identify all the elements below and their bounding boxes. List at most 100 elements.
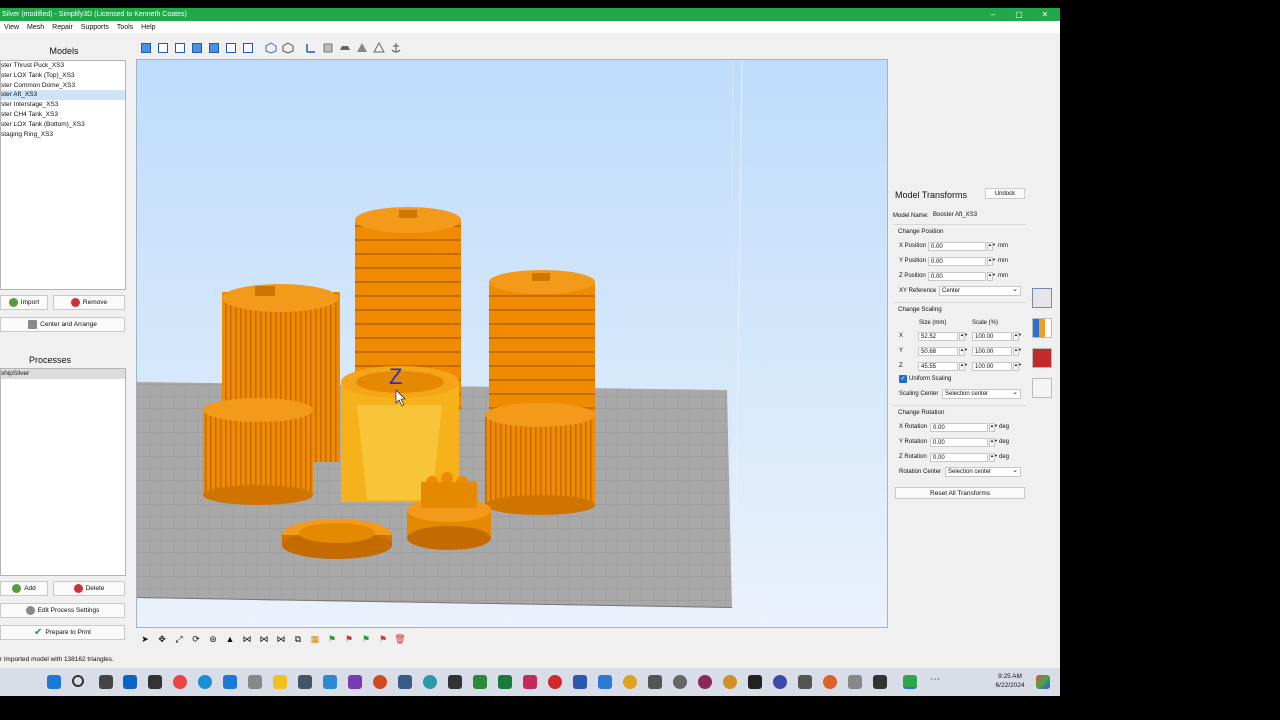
app-icon[interactable] bbox=[448, 675, 462, 689]
settings-icon[interactable] bbox=[298, 675, 312, 689]
bed-icon[interactable] bbox=[337, 41, 352, 55]
model-item[interactable]: ster Thrust Puck_XS3 bbox=[1, 61, 125, 71]
firefox-icon[interactable] bbox=[823, 675, 837, 689]
z-rotation-input[interactable]: 0.00 bbox=[930, 453, 988, 462]
size-x-input[interactable]: 52.52 bbox=[918, 332, 958, 341]
y-position-spinner[interactable]: ▲▼ bbox=[987, 257, 996, 266]
app-icon[interactable] bbox=[673, 675, 687, 689]
layers-tab-icon[interactable] bbox=[1032, 318, 1052, 338]
model-item[interactable]: ster LOX Tank (Bottom)_XS3 bbox=[1, 120, 125, 130]
app-icon[interactable] bbox=[873, 675, 887, 689]
anchor-icon[interactable] bbox=[388, 41, 403, 55]
menu-mesh[interactable]: Mesh bbox=[23, 24, 48, 31]
build-volume-icon[interactable] bbox=[320, 41, 335, 55]
z-position-spinner[interactable]: ▲▼ bbox=[987, 272, 996, 281]
terminal-icon[interactable] bbox=[748, 675, 762, 689]
outlook-icon[interactable] bbox=[123, 675, 137, 689]
3d-viewport[interactable]: Z bbox=[136, 59, 888, 628]
prepare-to-print-button[interactable]: ✔ Prepare to Print bbox=[0, 625, 125, 640]
model-item-selected[interactable]: ster Aft_XS3 bbox=[1, 90, 125, 101]
view-front-icon[interactable] bbox=[155, 41, 170, 55]
y-rotation-spinner[interactable]: ▲▼ bbox=[989, 438, 998, 447]
x-rotation-input[interactable]: 0.00 bbox=[930, 423, 988, 432]
excel-icon[interactable] bbox=[498, 675, 512, 689]
mirror-y-icon[interactable]: ⋈ bbox=[257, 633, 271, 645]
scale-tool-icon[interactable]: ⤢ bbox=[172, 633, 186, 645]
model-booster-aft-selected[interactable]: Z bbox=[341, 364, 459, 502]
z-rotation-spinner[interactable]: ▲▼ bbox=[989, 453, 998, 462]
model-item[interactable]: staging Ring_XS3 bbox=[1, 130, 125, 140]
maximize-button[interactable]: ▢ bbox=[1006, 8, 1032, 21]
cross-section-icon[interactable] bbox=[354, 41, 369, 55]
notepad-icon[interactable] bbox=[223, 675, 237, 689]
scale-x-input[interactable]: 100.00 bbox=[972, 332, 1012, 341]
size-z-input[interactable]: 45.55 bbox=[918, 362, 958, 371]
center-arrange-button[interactable]: Center and Arrange bbox=[0, 317, 125, 332]
rotation-center-select[interactable]: Selection center bbox=[945, 466, 1021, 477]
move-tool-icon[interactable]: ✥ bbox=[155, 633, 169, 645]
model-item[interactable]: ster CH4 Tank_XS3 bbox=[1, 110, 125, 120]
menu-help[interactable]: Help bbox=[137, 24, 159, 31]
app-icon[interactable] bbox=[473, 675, 487, 689]
flag-add-icon[interactable]: ⚑ bbox=[359, 633, 373, 645]
simplify3d-taskbar-icon[interactable] bbox=[903, 675, 917, 689]
view-top-icon[interactable] bbox=[223, 41, 238, 55]
model-thrust-puck-housing[interactable] bbox=[203, 398, 313, 505]
app-icon[interactable] bbox=[798, 675, 812, 689]
view-back-icon[interactable] bbox=[172, 41, 187, 55]
uniform-scaling-checkbox[interactable]: ✓ bbox=[899, 375, 907, 383]
solid-cube-icon[interactable] bbox=[280, 41, 295, 55]
close-button[interactable]: ✕ bbox=[1032, 8, 1058, 21]
y-rotation-input[interactable]: 0.00 bbox=[930, 438, 988, 447]
model-transforms-tab-icon[interactable] bbox=[1032, 288, 1052, 308]
scale-z-spinner[interactable]: ▲▼ bbox=[1013, 362, 1022, 371]
x-rotation-spinner[interactable]: ▲▼ bbox=[989, 423, 998, 432]
model-staging-ring[interactable] bbox=[282, 519, 392, 559]
scale-x-spinner[interactable]: ▲▼ bbox=[1013, 332, 1022, 341]
section-outline-icon[interactable] bbox=[371, 41, 386, 55]
z-position-input[interactable]: 0.00 bbox=[928, 272, 986, 281]
object-tab-icon[interactable] bbox=[1032, 348, 1052, 368]
chrome-icon[interactable] bbox=[173, 675, 187, 689]
processes-list[interactable]: shipSilver bbox=[0, 368, 126, 576]
import-button[interactable]: Import bbox=[0, 295, 48, 310]
model-name-field[interactable]: Booster Aft_XS3 bbox=[931, 211, 1026, 220]
flag-remove-icon[interactable]: ⚑ bbox=[376, 633, 390, 645]
app-icon[interactable] bbox=[523, 675, 537, 689]
x-position-input[interactable]: 0.00 bbox=[928, 242, 986, 251]
size-y-input[interactable]: 50.68 bbox=[918, 347, 958, 356]
scale-y-input[interactable]: 100.00 bbox=[972, 347, 1012, 356]
xy-reference-select[interactable]: Center bbox=[939, 285, 1021, 296]
reset-all-transforms-button[interactable]: Reset All Transforms bbox=[895, 487, 1025, 499]
orbit-tool-icon[interactable]: ⊛ bbox=[206, 633, 220, 645]
view-iso-icon[interactable] bbox=[138, 41, 153, 55]
app-icon[interactable] bbox=[848, 675, 862, 689]
app-icon[interactable] bbox=[723, 675, 737, 689]
group-icon[interactable]: ⧉ bbox=[291, 633, 305, 645]
app-icon[interactable] bbox=[148, 675, 162, 689]
menu-supports[interactable]: Supports bbox=[77, 24, 113, 31]
clock-date[interactable]: 6/22/2024 bbox=[988, 682, 1032, 689]
model-lox-tank-bottom[interactable] bbox=[485, 403, 595, 515]
menu-tools[interactable]: Tools bbox=[113, 24, 137, 31]
search-icon[interactable] bbox=[72, 675, 84, 687]
clock-time[interactable]: 9:25 AM bbox=[988, 673, 1032, 680]
document-icon[interactable] bbox=[248, 675, 262, 689]
app-icon[interactable] bbox=[698, 675, 712, 689]
edit-process-settings-button[interactable]: Edit Process Settings bbox=[0, 603, 125, 618]
rotate-tool-icon[interactable]: ⟳ bbox=[189, 633, 203, 645]
app-icon[interactable] bbox=[323, 675, 337, 689]
size-z-spinner[interactable]: ▲▼ bbox=[959, 362, 968, 371]
flag-red-icon[interactable]: ⚑ bbox=[342, 633, 356, 645]
copilot-icon[interactable] bbox=[1036, 675, 1050, 689]
process-item[interactable]: shipSilver bbox=[1, 369, 125, 379]
file-explorer-icon[interactable] bbox=[273, 675, 287, 689]
view-bottom-icon[interactable] bbox=[240, 41, 255, 55]
axes-icon[interactable] bbox=[303, 41, 318, 55]
app-icon[interactable] bbox=[373, 675, 387, 689]
view-right-icon[interactable] bbox=[206, 41, 221, 55]
app-icon[interactable] bbox=[423, 675, 437, 689]
add-process-button[interactable]: Add bbox=[0, 581, 48, 596]
windows-start-icon[interactable] bbox=[47, 675, 61, 689]
y-position-input[interactable]: 0.00 bbox=[928, 257, 986, 266]
